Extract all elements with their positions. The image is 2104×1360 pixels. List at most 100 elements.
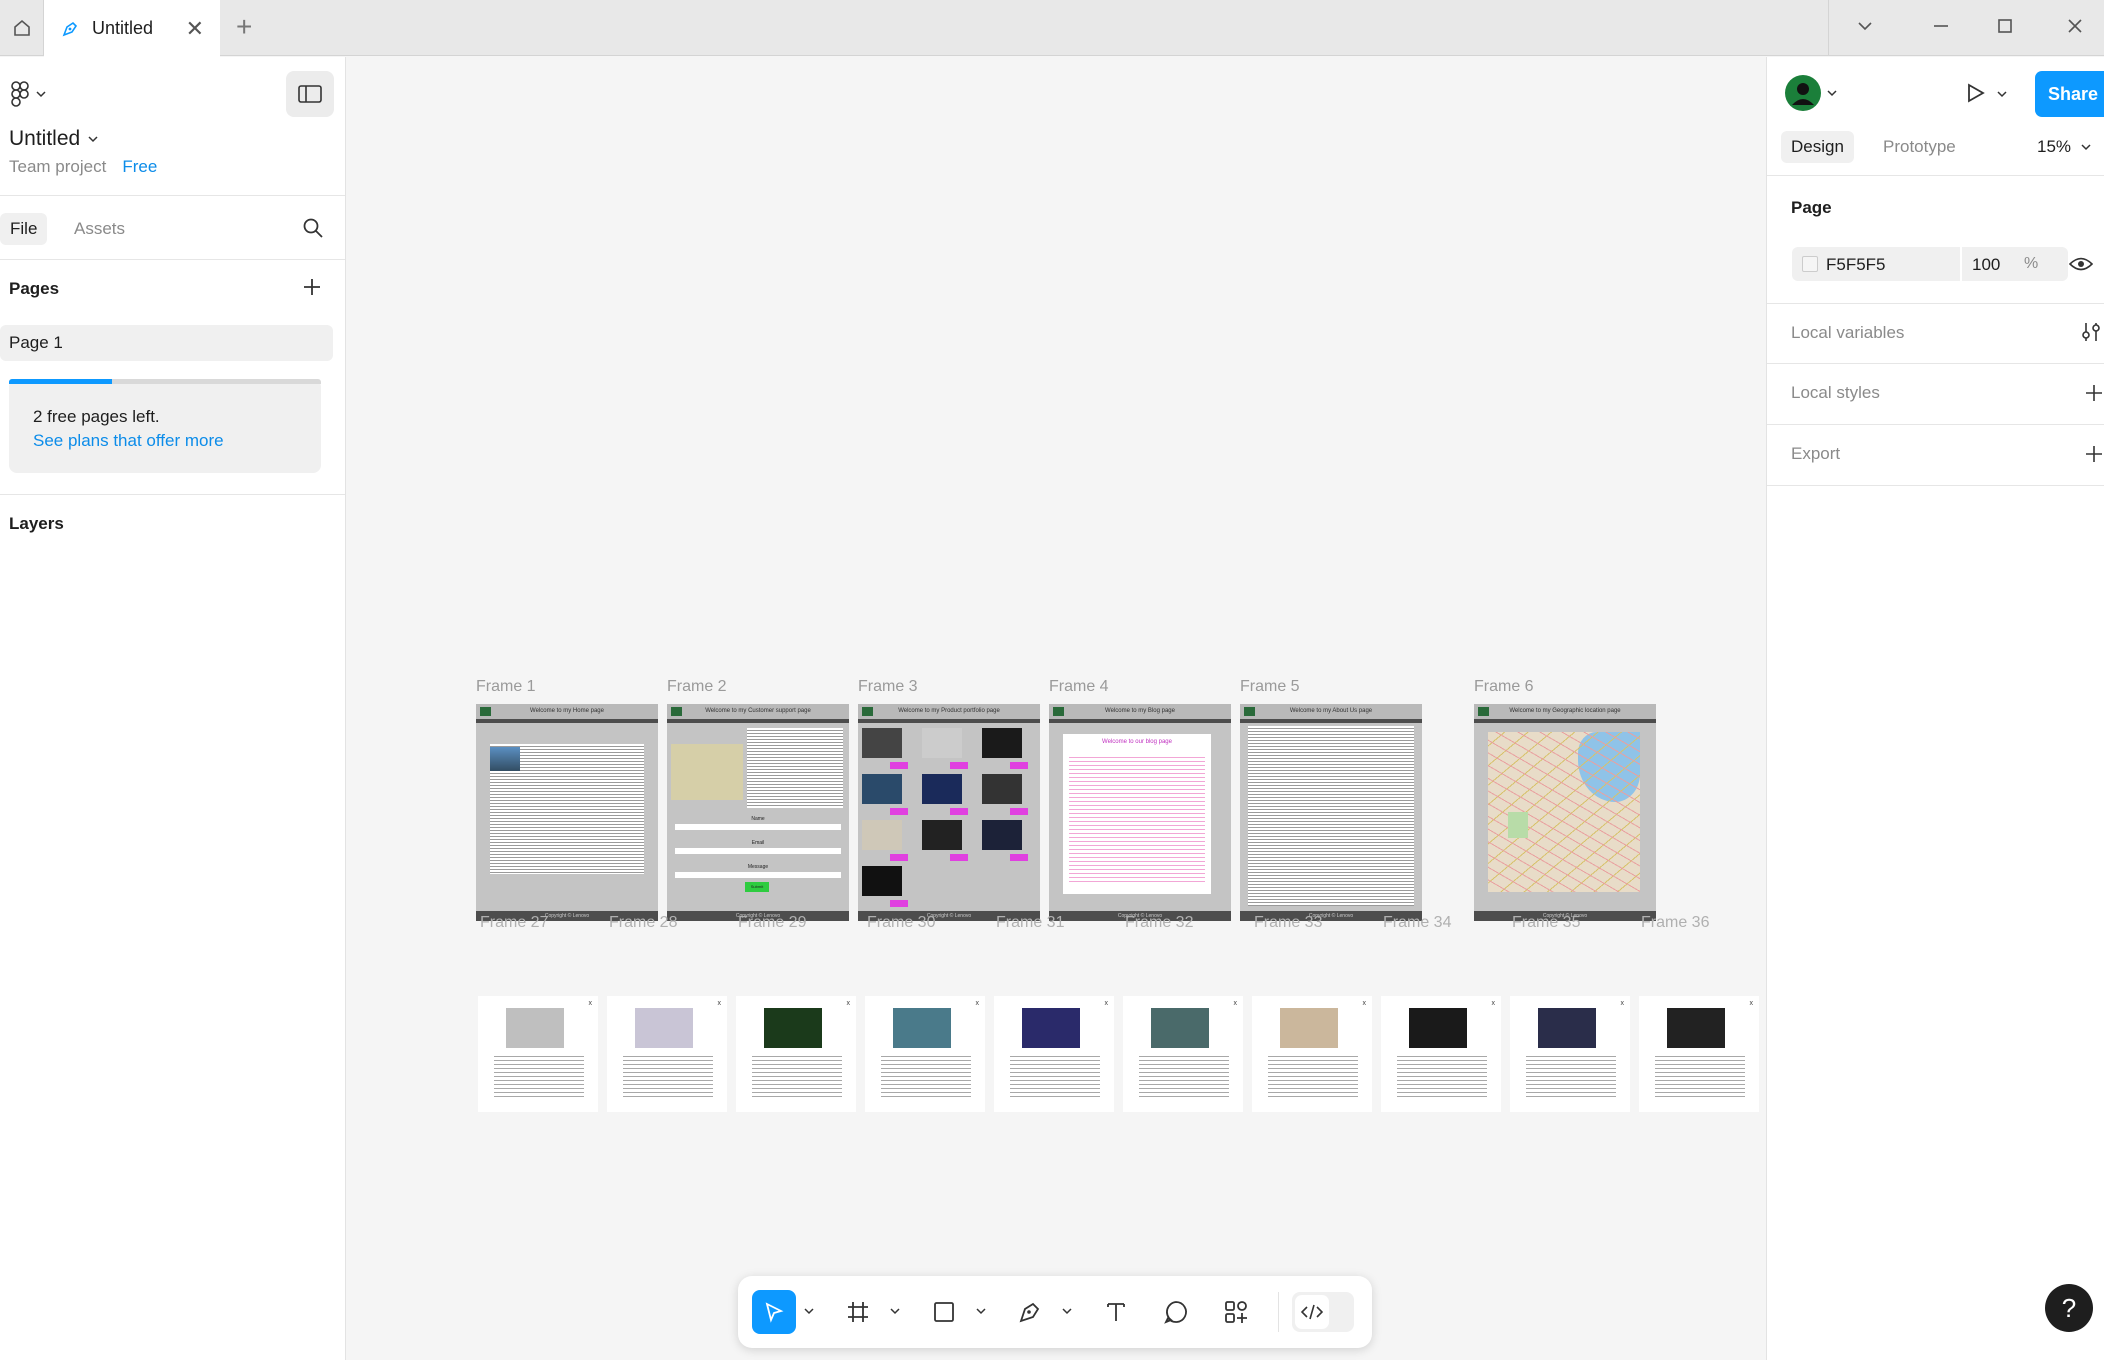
product-card[interactable]: x	[1639, 996, 1759, 1112]
tab-prototype[interactable]: Prototype	[1873, 131, 1966, 163]
page-color-value[interactable]: F5F5F5	[1826, 255, 1886, 275]
product-image	[1667, 1008, 1725, 1048]
product-card[interactable]: x	[865, 996, 985, 1112]
frame-label[interactable]: Frame 3	[858, 678, 918, 696]
page-opacity-value[interactable]: 100	[1972, 255, 2000, 275]
eye-icon[interactable]	[2069, 255, 2093, 273]
local-styles-label[interactable]: Local styles	[1791, 383, 1880, 403]
close-icon: x	[975, 1000, 980, 1007]
play-icon[interactable]	[1963, 81, 1987, 105]
chevron-down-icon[interactable]	[890, 1306, 900, 1316]
add-export-icon[interactable]	[2085, 445, 2103, 463]
frame-label[interactable]: Frame 31	[996, 914, 1064, 932]
frame-label[interactable]: Frame 28	[609, 914, 677, 932]
shape-tool[interactable]	[924, 1292, 964, 1332]
file-name-menu[interactable]: Untitled	[9, 127, 98, 151]
chevron-down-icon[interactable]	[804, 1306, 814, 1316]
chevron-down-icon[interactable]	[1855, 16, 1875, 36]
frame-3[interactable]: Welcome to my Product portfolio page Copy…	[858, 704, 1040, 921]
add-page-icon[interactable]	[302, 277, 322, 297]
minimize-icon[interactable]	[1931, 16, 1951, 36]
frame-label[interactable]: Frame 4	[1049, 678, 1109, 696]
product-card[interactable]: x	[736, 996, 856, 1112]
frame-label[interactable]: Frame 27	[480, 914, 548, 932]
frame-2[interactable]: Welcome to my Customer support page Copyr…	[667, 704, 849, 921]
search-icon[interactable]	[302, 217, 324, 239]
new-tab-button[interactable]: +	[236, 13, 252, 41]
percent-sign: %	[2024, 255, 2039, 272]
frame-5[interactable]: Welcome to my About Us page Copyright © L…	[1240, 704, 1422, 921]
frame-label[interactable]: Frame 35	[1512, 914, 1580, 932]
maximize-icon[interactable]	[1995, 16, 2015, 36]
actions-tool[interactable]	[1216, 1292, 1256, 1332]
pen-tool[interactable]	[1010, 1292, 1050, 1332]
text-tool[interactable]	[1096, 1292, 1136, 1332]
product-card[interactable]: x	[1381, 996, 1501, 1112]
page-item[interactable]: Page 1	[0, 325, 333, 361]
product-button	[890, 808, 908, 815]
product-description	[623, 1053, 713, 1099]
dev-mode-toggle[interactable]	[1292, 1292, 1354, 1332]
frame-label[interactable]: Frame 29	[738, 914, 806, 932]
page-section-title: Page	[1791, 198, 1832, 217]
add-style-icon[interactable]	[2085, 384, 2103, 402]
color-swatch[interactable]	[1802, 256, 1818, 272]
close-icon: x	[1620, 1000, 1625, 1007]
chevron-down-icon[interactable]	[1997, 89, 2007, 99]
chevron-down-icon[interactable]	[1062, 1306, 1072, 1316]
close-window-icon[interactable]	[2065, 16, 2085, 36]
frame-6[interactable]: Welcome to my Geographic location page Co…	[1474, 704, 1656, 921]
zoom-menu[interactable]: 15%	[2037, 137, 2091, 157]
divider	[1767, 363, 2104, 364]
move-tool[interactable]	[752, 1290, 796, 1334]
frame-navbar	[1049, 719, 1231, 723]
frame-1[interactable]: Welcome to my Home page Copyright © Lenov…	[476, 704, 658, 921]
frame-label[interactable]: Frame 2	[667, 678, 727, 696]
product-card[interactable]: x	[478, 996, 598, 1112]
see-plans-link[interactable]: See plans that offer more	[33, 429, 297, 453]
comment-tool[interactable]	[1156, 1292, 1196, 1332]
toggle-sidebar-button[interactable]	[286, 71, 334, 117]
main-menu-button[interactable]	[10, 81, 46, 107]
form-label: Name	[751, 816, 765, 822]
frame-4[interactable]: Welcome to my Blog page Copyright © Lenov…	[1049, 704, 1231, 921]
frame-label[interactable]: Frame 32	[1125, 914, 1193, 932]
file-tab[interactable]: Untitled ✕	[44, 0, 220, 57]
product-card[interactable]: x	[607, 996, 727, 1112]
product-card[interactable]: x	[1123, 996, 1243, 1112]
product-description	[881, 1053, 971, 1099]
user-menu[interactable]	[1785, 75, 1837, 111]
page-color-field[interactable]: F5F5F5 100 %	[1792, 247, 2068, 281]
frame-tool[interactable]	[838, 1292, 878, 1332]
chevron-down-icon[interactable]	[976, 1306, 986, 1316]
product-image	[893, 1008, 951, 1048]
frame-label[interactable]: Frame 33	[1254, 914, 1322, 932]
product-card[interactable]: x	[994, 996, 1114, 1112]
bottom-toolbar	[738, 1276, 1372, 1348]
canvas[interactable]: Frame 1 Welcome to my Home page Copyright …	[346, 57, 1766, 1360]
tab-bar: Untitled ✕ +	[0, 0, 2104, 57]
variables-icon[interactable]	[2081, 321, 2101, 343]
tab-assets[interactable]: Assets	[64, 213, 135, 245]
chevron-down-icon	[88, 136, 98, 143]
frame-label[interactable]: Frame 36	[1641, 914, 1709, 932]
local-variables-label[interactable]: Local variables	[1791, 323, 1904, 343]
share-button[interactable]: Share	[2035, 71, 2104, 117]
home-button[interactable]	[0, 0, 44, 56]
code-icon	[1301, 1304, 1323, 1320]
tab-design[interactable]: Design	[1781, 131, 1854, 163]
product-card[interactable]: x	[1510, 996, 1630, 1112]
close-icon: x	[846, 1000, 851, 1007]
frame-label[interactable]: Frame 6	[1474, 678, 1534, 696]
frame-label[interactable]: Frame 5	[1240, 678, 1300, 696]
plan-badge[interactable]: Free	[122, 157, 157, 177]
frame-label[interactable]: Frame 1	[476, 678, 536, 696]
help-button[interactable]: ?	[2045, 1284, 2093, 1332]
export-label[interactable]: Export	[1791, 444, 1840, 464]
close-tab-icon[interactable]: ✕	[186, 16, 204, 42]
product-thumb	[862, 866, 902, 896]
frame-label[interactable]: Frame 30	[867, 914, 935, 932]
product-card[interactable]: x	[1252, 996, 1372, 1112]
frame-label[interactable]: Frame 34	[1383, 914, 1451, 932]
tab-file[interactable]: File	[0, 213, 48, 245]
